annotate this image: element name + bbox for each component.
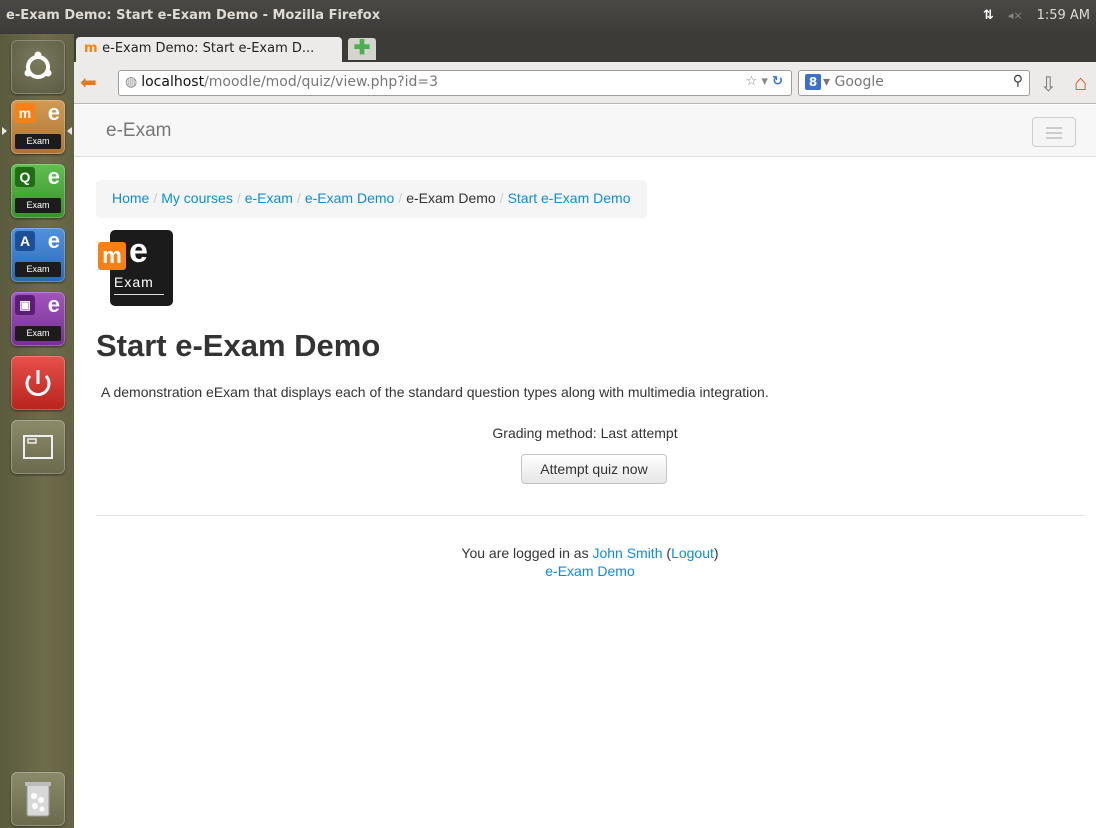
moodle-m-icon: m xyxy=(15,103,35,123)
user-profile-link[interactable]: John Smith xyxy=(592,545,662,561)
exam-label: Exam xyxy=(15,262,61,277)
launcher-moodle-exam[interactable]: m e Exam xyxy=(11,100,65,154)
active-app-indicator-icon xyxy=(2,127,7,135)
moodle-favicon-icon: m xyxy=(84,41,98,56)
a-letter-icon: A xyxy=(15,231,35,251)
network-icon[interactable]: ⇅ xyxy=(983,8,994,23)
plus-icon: ✚ xyxy=(353,37,371,59)
power-icon xyxy=(25,370,51,396)
search-bar[interactable]: 8 ▾ Google ⚲ xyxy=(798,70,1030,96)
breadcrumb-my-courses[interactable]: My courses xyxy=(161,190,233,206)
clock[interactable]: 1:59 AM xyxy=(1037,8,1090,23)
site-navbar: e-Exam xyxy=(74,105,1096,157)
exam-label: Exam xyxy=(15,134,61,149)
q-letter-icon: Q xyxy=(15,167,35,187)
breadcrumb-separator: / xyxy=(153,190,158,206)
focused-app-indicator-icon xyxy=(67,127,72,135)
logout-link[interactable]: Logout xyxy=(671,545,714,561)
search-engine-icon[interactable]: 8 xyxy=(805,74,821,90)
exam-label: Exam xyxy=(15,198,61,213)
logo-e: e xyxy=(129,232,148,270)
tab-title: e-Exam Demo: Start e-Exam D... xyxy=(102,41,315,56)
breadcrumb-category[interactable]: e-Exam xyxy=(245,190,293,206)
launcher-a-exam[interactable]: A e Exam xyxy=(11,228,65,282)
url-host: localhost xyxy=(141,74,205,90)
window-title: e-Exam Demo: Start e-Exam Demo - Mozilla… xyxy=(6,8,381,23)
breadcrumb-home[interactable]: Home xyxy=(112,190,149,206)
os-top-panel: e-Exam Demo: Start e-Exam Demo - Mozilla… xyxy=(0,0,1096,34)
quiz-intro: A demonstration eExam that displays each… xyxy=(101,384,769,400)
launcher-shutdown[interactable] xyxy=(11,356,65,410)
firefox-window: m e-Exam Demo: Start e-Exam D... ✚ ⬅ ◍ lo… xyxy=(74,34,1096,828)
launcher-quiz-exam[interactable]: Q e Exam xyxy=(11,164,65,218)
trash-icon xyxy=(25,782,51,817)
grading-method: Grading method: Last attempt xyxy=(492,425,678,441)
reload-icon[interactable]: ↻ xyxy=(772,74,783,89)
launcher: m e Exam Q e Exam A e Exam ▣ e Exam xyxy=(0,34,74,828)
attempt-quiz-button[interactable]: Attempt quiz now xyxy=(521,454,667,484)
volume-icon[interactable]: ◂× xyxy=(1008,9,1023,23)
breadcrumb-separator: / xyxy=(499,190,504,206)
page-title: Start e-Exam Demo xyxy=(96,328,381,363)
login-info: You are logged in as John Smith (Logout) xyxy=(74,544,1096,562)
e-letter: e xyxy=(47,292,60,317)
back-arrow-icon[interactable]: ⬅ xyxy=(80,73,97,93)
hamburger-bar xyxy=(1046,127,1062,129)
breadcrumb-separator: / xyxy=(296,190,301,206)
paren-open: ( xyxy=(662,545,672,561)
breadcrumb-current[interactable]: Start e-Exam Demo xyxy=(508,190,631,206)
search-magnifier-icon[interactable]: ⚲ xyxy=(1013,73,1023,89)
breadcrumb-separator: / xyxy=(236,190,241,206)
launcher-trash[interactable] xyxy=(11,772,65,826)
breadcrumb-separator: / xyxy=(398,190,403,206)
tab-bar: m e-Exam Demo: Start e-Exam D... ✚ xyxy=(74,34,1096,63)
logged-in-prefix: You are logged in as xyxy=(461,545,593,561)
indicator-area: ⇅ ◂× 1:59 AM xyxy=(983,8,1090,23)
new-tab-button[interactable]: ✚ xyxy=(348,38,376,60)
logo-underline xyxy=(114,294,164,295)
url-bar-actions: ☆ ▾ ↻ xyxy=(746,74,783,89)
url-bar[interactable]: ◍ localhost/moodle/mod/quiz/view.php?id=3… xyxy=(118,70,792,96)
download-icon[interactable]: ⇩ xyxy=(1040,72,1057,97)
site-brand[interactable]: e-Exam xyxy=(106,120,171,142)
search-placeholder: Google xyxy=(834,74,884,90)
hamburger-bar xyxy=(1046,137,1062,139)
hamburger-bar xyxy=(1046,132,1062,134)
e-letter: e xyxy=(47,100,60,125)
exam-label: Exam xyxy=(15,326,61,341)
course-home-link[interactable]: e-Exam Demo xyxy=(545,563,634,579)
tab-active[interactable]: m e-Exam Demo: Start e-Exam D... xyxy=(76,37,342,63)
e-letter: e xyxy=(47,164,60,189)
footer-divider xyxy=(96,515,1086,516)
launcher-tv-exam[interactable]: ▣ e Exam xyxy=(11,292,65,346)
launcher-workspace-switcher[interactable] xyxy=(11,420,65,474)
url-path: /moodle/mod/quiz/view.php?id=3 xyxy=(204,74,439,90)
breadcrumb-course[interactable]: e-Exam Demo xyxy=(305,190,394,206)
ubuntu-logo-icon xyxy=(24,51,52,79)
dash-button[interactable] xyxy=(11,40,65,94)
logo-exam-text: Exam xyxy=(114,274,154,290)
exam-logo: m e Exam xyxy=(98,230,173,306)
page-footer: You are logged in as John Smith (Logout)… xyxy=(74,544,1096,580)
navigation-toolbar: ⬅ ◍ localhost/moodle/mod/quiz/view.php?id… xyxy=(74,62,1096,104)
workspace-icon xyxy=(23,435,53,459)
history-dropdown-icon[interactable]: ▾ xyxy=(761,74,768,89)
home-icon[interactable]: ⌂ xyxy=(1074,70,1087,96)
breadcrumb-section: e-Exam Demo xyxy=(406,190,496,206)
hamburger-menu-button[interactable] xyxy=(1032,117,1076,147)
tv-icon: ▣ xyxy=(15,295,35,315)
logo-moodle-m: m xyxy=(98,242,126,270)
breadcrumb: Home / My courses / e-Exam / e-Exam Demo / e-Exa… xyxy=(96,180,647,218)
e-letter: e xyxy=(47,228,60,253)
bookmark-star-icon[interactable]: ☆ xyxy=(746,74,758,89)
search-engine-dropdown-icon[interactable]: ▾ xyxy=(823,74,834,90)
paren-close: ) xyxy=(713,545,719,561)
site-identity-icon[interactable]: ◍ xyxy=(125,74,137,90)
